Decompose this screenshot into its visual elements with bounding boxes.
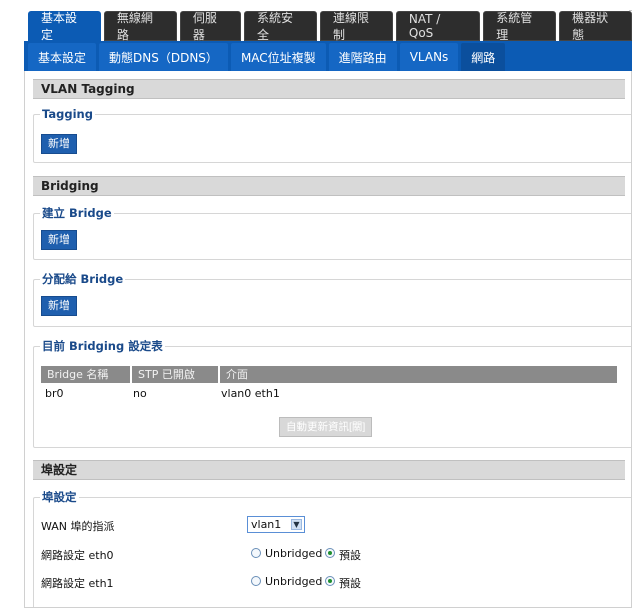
eth0-unbridged-radio[interactable] [251,548,261,558]
chevron-down-icon: ▼ [291,519,302,530]
eth0-default-label: 預設 [339,549,361,562]
cell-stp-enabled: no [133,387,147,400]
create-bridge-fieldset: 建立 Bridge [33,205,631,260]
create-bridge-legend: 建立 Bridge [42,206,112,220]
subtab-basic-setup[interactable]: 基本設定 [28,43,97,71]
port-setup-legend: 埠設定 [42,490,77,504]
auto-refresh-button[interactable]: 自動更新資訊[關] [279,417,373,437]
tab-basic-setup[interactable]: 基本設定 [28,11,101,42]
assign-bridge-fieldset: 分配給 Bridge [33,271,631,327]
wan-port-label: WAN 埠的指派 [41,520,115,533]
tab-security[interactable]: 系統安全 [244,11,317,42]
tab-nat-qos[interactable]: NAT / QoS [395,11,481,41]
tagging-fieldset: Tagging [33,107,631,163]
col-bridge-name: Bridge 名稱 [41,366,130,383]
subtab-mac-clone[interactable]: MAC位址複製 [230,43,326,71]
cell-bridge-name: br0 [45,387,64,400]
tab-status[interactable]: 機器狀態 [559,11,633,42]
wan-port-value: vlan1 [251,518,282,531]
subtab-ddns[interactable]: 動態DNS（DDNS） [99,43,228,71]
wan-port-select[interactable]: vlan1 ▼ [247,516,305,533]
section-header-vlan-tagging: VLAN Tagging [33,79,625,99]
tab-services[interactable]: 伺服器 [179,11,242,42]
cell-interfaces: vlan0 eth1 [221,387,280,400]
eth1-unbridged-label: Unbridged [265,575,323,588]
col-stp-enabled: STP 已開啟 [132,366,218,383]
tab-access-restrictions[interactable]: 連線限制 [319,11,393,42]
bridging-table-legend: 目前 Bridging 設定表 [42,339,163,353]
subtab-networking[interactable]: 網路 [461,43,506,71]
top-tab-bar: 基本設定 無線網路 伺服器 系統安全 連線限制 NAT / QoS 系統管理 機… [24,11,633,42]
eth1-label: 網路設定 eth1 [41,577,114,590]
eth0-label: 網路設定 eth0 [41,549,114,562]
tab-administration[interactable]: 系統管理 [483,11,557,42]
sub-tab-bar: 基本設定 動態DNS（DDNS） MAC位址複製 進階路由 VLANs 網路 [24,41,632,71]
section-header-port-setup: 埠設定 [33,460,625,480]
tagging-legend: Tagging [42,107,93,121]
eth0-unbridged-label: Unbridged [265,547,323,560]
tagging-add-button[interactable]: 新增 [41,134,77,154]
assign-bridge-add-button[interactable]: 新增 [41,296,77,316]
subtab-vlans[interactable]: VLANs [399,43,459,71]
eth0-default-radio[interactable] [325,548,335,558]
subtab-advanced-routing[interactable]: 進階路由 [328,43,397,71]
eth1-default-radio[interactable] [325,576,335,586]
eth1-unbridged-radio[interactable] [251,576,261,586]
content-area: VLAN Tagging Tagging 新增 Bridging 建立 Brid… [24,71,632,608]
tab-wireless[interactable]: 無線網路 [103,11,177,42]
create-bridge-add-button[interactable]: 新增 [41,230,77,250]
assign-bridge-legend: 分配給 Bridge [42,272,124,286]
eth1-default-label: 預設 [339,577,361,590]
col-interfaces: 介面 [220,366,617,383]
section-header-bridging: Bridging [33,176,625,196]
